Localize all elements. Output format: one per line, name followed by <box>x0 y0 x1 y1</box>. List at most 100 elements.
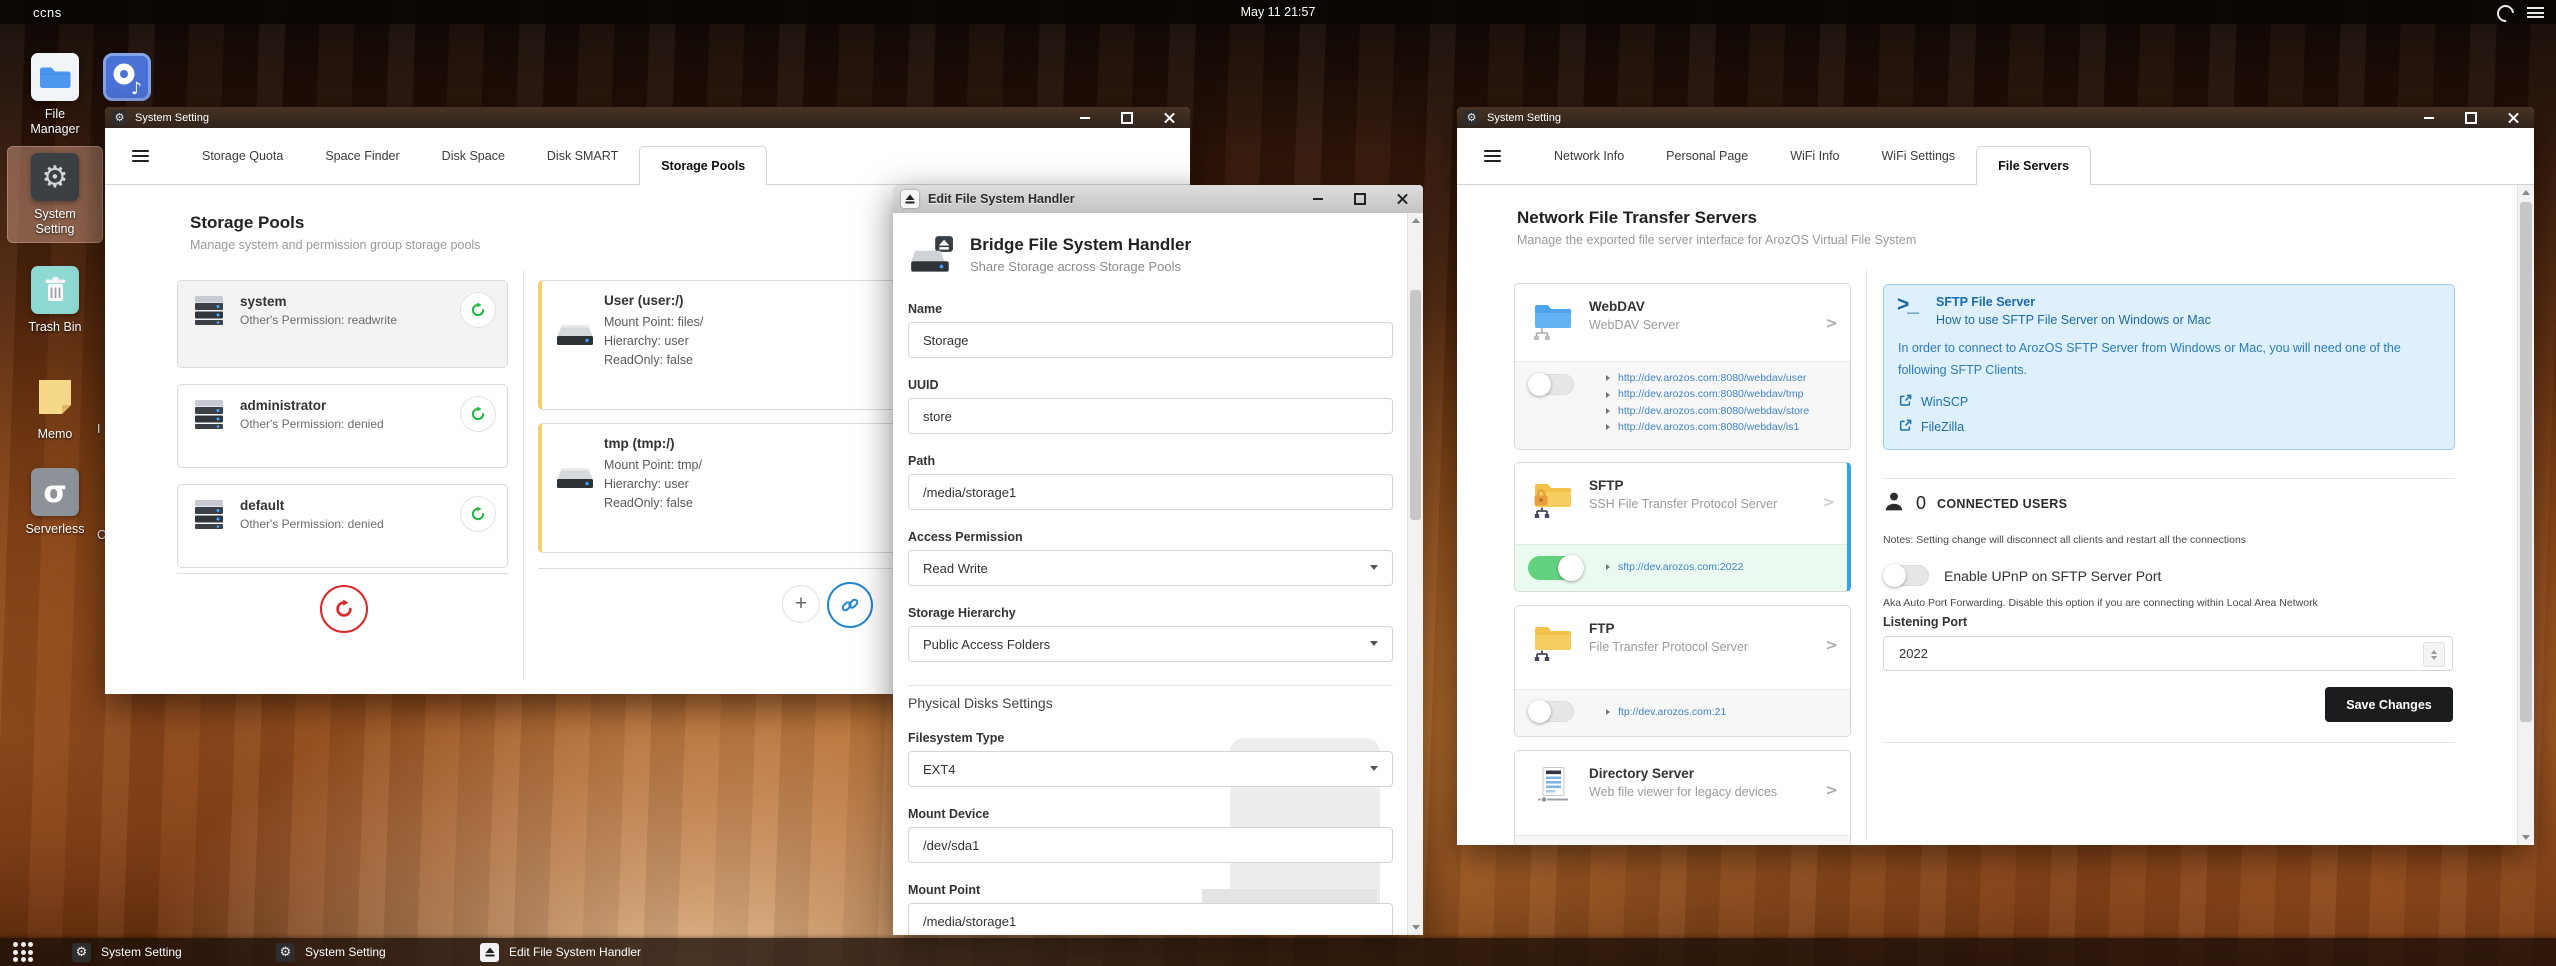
desktop-icon-music[interactable]: ♪ <box>96 46 158 107</box>
field-label-mount-device: Mount Device <box>908 807 990 821</box>
server-footer: sftp://dev.arozos.com:2022 <box>1515 544 1847 591</box>
input-mount-point[interactable]: /media/storage1 <box>908 903 1393 935</box>
close-button[interactable] <box>1163 112 1175 124</box>
window-titlebar[interactable]: ⚙ System Setting <box>105 107 1190 128</box>
scroll-up-button[interactable] <box>1408 213 1423 228</box>
bridge-link-button[interactable] <box>827 582 873 628</box>
select-access-permission[interactable]: Read Write <box>908 550 1393 586</box>
storage-pool-card[interactable]: administrator Other's Permission: denied <box>177 384 508 468</box>
webdav-toggle[interactable] <box>1528 373 1574 396</box>
input-name[interactable]: Storage <box>908 322 1393 358</box>
listening-port-input[interactable]: 2022 <box>1883 636 2453 671</box>
number-spinner[interactable] <box>2423 642 2445 667</box>
reload-pools-button[interactable] <box>320 585 368 633</box>
maximize-button[interactable] <box>1121 112 1133 124</box>
caret-right-icon <box>1606 709 1610 716</box>
tab-disk-space[interactable]: Disk Space <box>421 128 526 184</box>
eject-icon <box>480 942 499 962</box>
scroll-down-button[interactable] <box>2518 830 2534 845</box>
pool-refresh-button[interactable] <box>460 292 496 328</box>
hamburger-menu-icon[interactable] <box>1484 149 1501 163</box>
minimize-button[interactable] <box>2423 112 2435 124</box>
taskbar-item-system-setting[interactable]: ⚙ System Setting <box>276 938 386 966</box>
taskbar-item-label: Edit File System Handler <box>509 945 642 959</box>
tab-disk-smart[interactable]: Disk SMART <box>526 128 639 184</box>
window-titlebar[interactable]: ⚙ System Setting <box>1457 107 2534 128</box>
server-card-ftp[interactable]: FTP File Transfer Protocol Server > ftp://d… <box>1514 605 1851 737</box>
field-value: EXT4 <box>923 761 956 777</box>
desktop-icon-memo[interactable]: Memo <box>7 366 103 448</box>
window-system-setting-servers: ⚙ System Setting Network Info Personal Pa… <box>1457 107 2534 845</box>
sftp-client-link-winscp[interactable]: WinSCP <box>1899 394 1968 410</box>
server-url-link[interactable]: http://dev.arozos.com:8080/webdav/is1 <box>1618 419 1799 435</box>
server-url-link[interactable]: http://dev.arozos.com:8080/webdav/tmp <box>1618 386 1803 402</box>
input-path[interactable]: /media/storage1 <box>908 474 1393 510</box>
scrollbar-thumb[interactable] <box>1410 290 1421 520</box>
server-link-row: http://dev.arozos.com:8080/webdav/tmp <box>1606 386 1809 402</box>
top-status-bar: ccns May 11 21:57 <box>0 0 2556 26</box>
storage-pool-card[interactable]: system Other's Permission: readwrite <box>177 280 508 368</box>
tab-storage-pools[interactable]: Storage Pools <box>639 146 768 185</box>
gear-icon: ⚙ <box>276 942 295 962</box>
topbar-menu-icon[interactable] <box>2527 7 2544 18</box>
server-url-link[interactable]: sftp://dev.arozos.com:2022 <box>1618 559 1743 575</box>
scroll-up-button[interactable] <box>2518 185 2534 200</box>
upnp-toggle[interactable] <box>1883 564 1929 587</box>
sftp-client-link-filezilla[interactable]: FileZilla <box>1899 419 1964 435</box>
minimize-button[interactable] <box>1312 193 1324 205</box>
ftp-toggle[interactable] <box>1528 700 1574 723</box>
server-card-webdav[interactable]: WebDAV WebDAV Server > http://dev.arozos.co… <box>1514 283 1851 450</box>
add-handler-button[interactable]: + <box>782 585 820 623</box>
info-body: In order to connect to ArozOS SFTP Serve… <box>1898 341 2401 377</box>
storage-pool-card[interactable]: default Other's Permission: denied <box>177 484 508 568</box>
pool-refresh-button[interactable] <box>460 396 496 432</box>
server-url-link[interactable]: http://dev.arozos.com:8080/webdav/store <box>1618 403 1809 419</box>
section-label: Physical Disks Settings <box>908 695 1053 711</box>
server-links: sftp://dev.arozos.com:2022 <box>1606 559 1743 575</box>
server-url-link[interactable]: ftp://dev.arozos.com:21 <box>1618 704 1726 720</box>
chevron-right-icon[interactable]: > <box>1825 314 1838 332</box>
minimize-button[interactable] <box>1079 112 1091 124</box>
close-button[interactable] <box>1396 193 1408 205</box>
save-changes-button[interactable]: Save Changes <box>2325 687 2453 722</box>
desktop-icon-system-setting[interactable]: ⚙ System Setting <box>7 146 103 243</box>
tab-storage-quota[interactable]: Storage Quota <box>181 128 304 184</box>
desktop-icon-trash-bin[interactable]: Trash Bin <box>7 259 103 341</box>
user-icon <box>1883 490 1905 517</box>
taskbar-item-edit-file-system-handler[interactable]: Edit File System Handler <box>480 938 641 966</box>
tab-wifi-settings[interactable]: WiFi Settings <box>1861 128 1977 184</box>
server-url-link[interactable]: http://dev.arozos.com:8080/webdav/user <box>1618 370 1806 386</box>
window-titlebar[interactable]: Edit File System Handler <box>893 185 1423 214</box>
maximize-button[interactable] <box>2465 112 2477 124</box>
bridge-drive-icon <box>908 235 954 282</box>
tab-bar: Storage Quota Space Finder Disk Space Disk … <box>105 128 1190 185</box>
server-card-sftp[interactable]: SFTP SSH File Transfer Protocol Server > sf… <box>1514 462 1851 592</box>
server-card-dirserver[interactable]: Directory Server Web file viewer for lega… <box>1514 750 1851 845</box>
scroll-down-button[interactable] <box>1408 920 1423 935</box>
tab-file-servers[interactable]: File Servers <box>1976 146 2092 185</box>
desktop-icon-file-manager[interactable]: File Manager <box>7 46 103 143</box>
hamburger-menu-icon[interactable] <box>132 149 149 163</box>
scrollbar-thumb[interactable] <box>2520 202 2532 722</box>
maximize-button[interactable] <box>1354 193 1366 205</box>
server-links: http://dev.arozos.com:8080/webdav/user ht… <box>1606 370 1809 436</box>
desktop-icon-serverless[interactable]: σ Serverless <box>7 461 103 543</box>
close-button[interactable] <box>2507 112 2519 124</box>
tab-personal-page[interactable]: Personal Page <box>1645 128 1769 184</box>
tab-space-finder[interactable]: Space Finder <box>304 128 420 184</box>
select-storage-hierarchy[interactable]: Public Access Folders <box>908 626 1393 662</box>
pool-refresh-button[interactable] <box>460 496 496 532</box>
taskbar-item-system-setting[interactable]: ⚙ System Setting <box>72 938 182 966</box>
app-launcher-icon[interactable] <box>13 942 34 963</box>
tab-wifi-info[interactable]: WiFi Info <box>1769 128 1860 184</box>
input-uuid[interactable]: store <box>908 398 1393 434</box>
dropdown-caret-icon <box>1370 641 1378 646</box>
chevron-right-icon[interactable]: > <box>1822 493 1835 511</box>
chevron-right-icon[interactable]: > <box>1825 636 1838 654</box>
select-filesystem-type[interactable]: EXT4 <box>908 751 1393 787</box>
sftp-toggle[interactable] <box>1528 555 1584 581</box>
caret-right-icon <box>1606 375 1610 382</box>
tab-network-info[interactable]: Network Info <box>1533 128 1645 184</box>
chevron-right-icon[interactable]: > <box>1825 781 1838 799</box>
input-mount-device[interactable]: /dev/sda1 <box>908 827 1393 863</box>
